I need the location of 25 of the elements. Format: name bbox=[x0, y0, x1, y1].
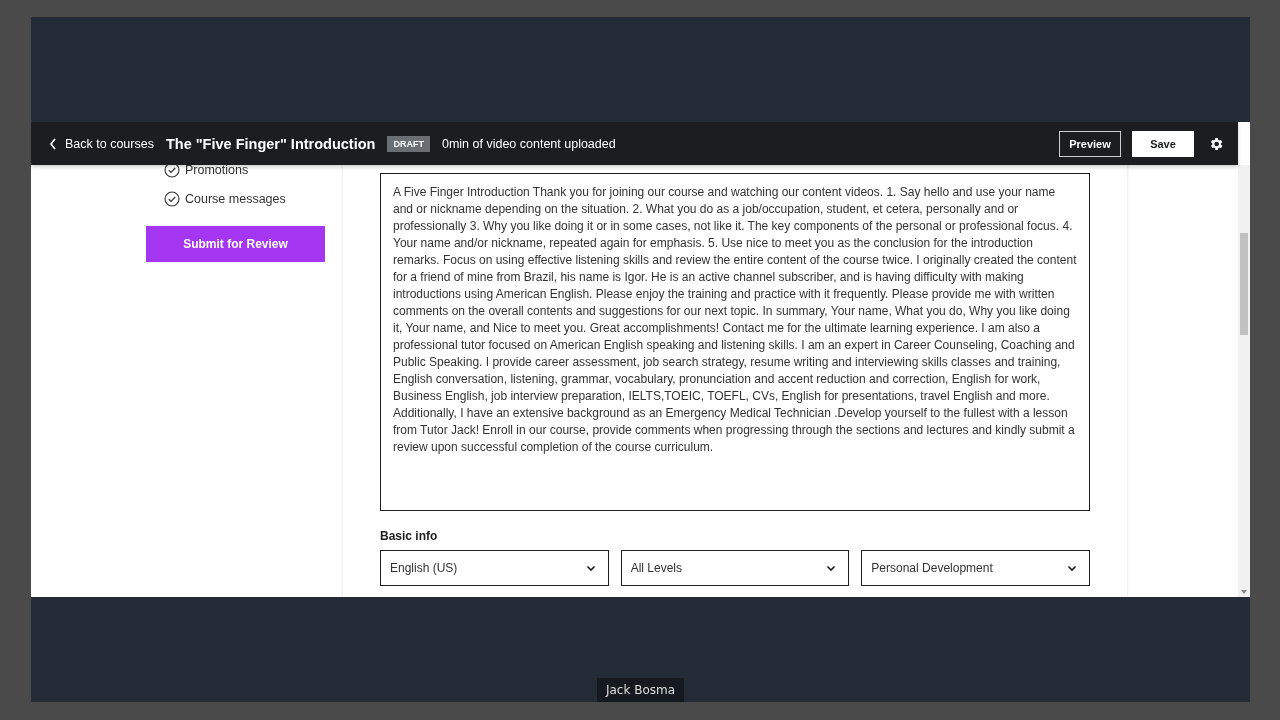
settings-icon[interactable] bbox=[1208, 135, 1224, 152]
status-badge: DRAFT bbox=[387, 135, 430, 152]
save-button[interactable]: Save bbox=[1132, 130, 1194, 157]
chevron-down-icon bbox=[826, 564, 837, 572]
chevron-left-icon bbox=[49, 137, 57, 150]
upload-status: 0min of video content uploaded bbox=[441, 136, 616, 151]
chevron-down-icon bbox=[585, 564, 596, 572]
sidebar-label: Course messages bbox=[185, 191, 286, 206]
course-title: The "Five Finger" Introduction bbox=[165, 135, 376, 152]
back-link[interactable]: Back to courses bbox=[49, 136, 154, 151]
scrollbar[interactable] bbox=[1238, 165, 1250, 597]
chevron-down-icon bbox=[1067, 564, 1077, 572]
dropdown-select[interactable]: All Levels bbox=[620, 550, 850, 586]
dropdown-select[interactable]: English (US) bbox=[380, 550, 609, 586]
sidebar-item[interactable]: Promotions bbox=[164, 165, 343, 184]
dropdown-select[interactable]: Personal Development bbox=[861, 550, 1090, 586]
section-heading: Basic info bbox=[380, 529, 439, 543]
caption: Jack Bosma bbox=[596, 678, 685, 702]
description-field[interactable]: A Five Finger Introduction Thank you for joining our course and watching our content videos. 1. Say hello and use your name and or nickname depending on the situation. 2. What you do as a job/occupation, student, et cetera, personally and or professionally 3. Why you like doing it or in some cases, not like it. The key components of the personal or professional focus. 4. Your name and/or nickname, repeated again for emphasis. 5. Use nice to meet you as the conclusion for the introduction remarks. Focus on using effective listening skills and review the entire content of the course twice. I originally created the content for a friend of mine from Brazil, his name is Igor. He is an active channel subscriber, and is having difficulty with making introductions using American English. Please enjoy the training and practice with it frequently. Please provide me with written comments on the overall contents and suggestions for our next topic. In summary, Your name, What you do, Why you like doing it, Your name, and Nice to meet you. Great accomplishments! Contact me for the ultimate learning experience. I am also a professional tutor focused on American English speaking and listening skills. I am an expert in Career Counseling, Coaching and Public Speaking. I provide career assessment, job search strategy, resume writing and interviewing skills classes and training, English conversation, listening, grammar, vocabulary, pronunciation and accent reduction and correction, English for work, Business English, job interview preparation, IELTS,TOEIC, TOEFL, CVs, English for presentations, travel English and more. Additionally, I have an extensive background as an Emergency Medical Technician .Develop yourself to the fullest with a lesson from Tutor Jack! Enroll in our course, provide comments when progressing through the sections and lectures and kindly submit a review upon successful completion of the course curriculum. bbox=[380, 173, 1090, 511]
preview-button[interactable]: Preview bbox=[1059, 130, 1121, 157]
sidebar-item[interactable]: Course messages bbox=[164, 184, 343, 213]
submit-button[interactable]: Submit for Review bbox=[146, 226, 325, 262]
sidebar-label: Promotions bbox=[185, 165, 249, 177]
scroll-thumb[interactable] bbox=[1240, 233, 1248, 335]
scroll-down-icon[interactable] bbox=[1241, 590, 1247, 594]
